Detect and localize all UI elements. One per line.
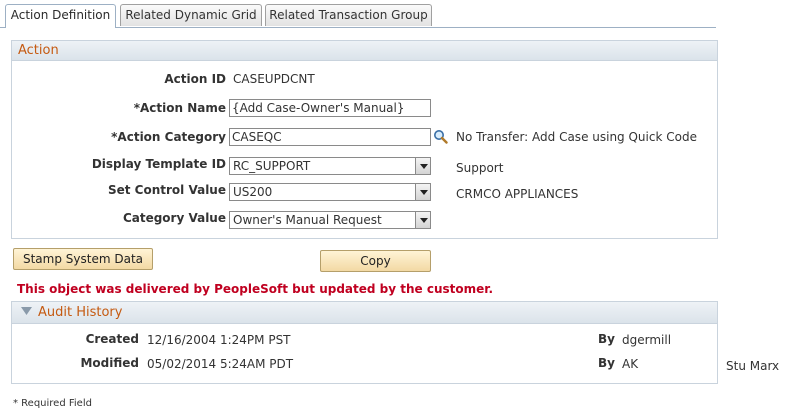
display-template-label: Display Template ID [91, 157, 226, 171]
display-template-select[interactable]: RC_SUPPORT [229, 157, 431, 175]
action-category-description: No Transfer: Add Case using Quick Code [456, 130, 697, 144]
set-control-label: Set Control Value [107, 183, 226, 197]
created-by-label: By [598, 332, 615, 346]
created-by-value: dgermill [622, 333, 672, 347]
action-name-label: *Action Name [133, 101, 226, 115]
audit-history-header[interactable]: Audit History [12, 302, 717, 324]
customization-warning: This object was delivered by PeopleSoft … [17, 282, 494, 296]
chevron-down-icon[interactable] [415, 158, 430, 174]
category-value-value: Owner's Manual Request [233, 213, 382, 227]
modified-label: Modified [80, 356, 139, 370]
chevron-down-icon[interactable] [415, 184, 430, 200]
chevron-down-icon[interactable] [415, 212, 430, 228]
category-value-label: Category Value [122, 211, 226, 225]
display-template-value: RC_SUPPORT [233, 159, 311, 173]
created-label: Created [85, 332, 139, 346]
set-control-value: US200 [233, 185, 273, 199]
modified-by-value: AK [622, 357, 639, 371]
display-template-description: Support [456, 161, 504, 175]
audit-history-title: Audit History [38, 305, 123, 320]
stamp-system-data-button[interactable]: Stamp System Data [13, 248, 153, 270]
required-field-note: * Required Field [13, 398, 92, 409]
created-value: 12/16/2004 1:24PM PST [147, 333, 291, 347]
set-control-description: CRMCO APPLIANCES [456, 187, 579, 201]
action-id-value: CASEUPDCNT [233, 72, 315, 86]
copy-button[interactable]: Copy [320, 250, 431, 272]
modified-value: 05/02/2014 5:24AM PDT [147, 357, 294, 371]
set-control-select[interactable]: US200 [229, 183, 431, 201]
modified-by-name: Stu Marx [726, 359, 780, 373]
collapse-triangle-icon[interactable] [21, 307, 32, 316]
tab-related-dynamic-grid[interactable]: Related Dynamic Grid [120, 4, 262, 26]
category-value-select[interactable]: Owner's Manual Request [229, 211, 431, 229]
tab-related-transaction-group[interactable]: Related Transaction Group [265, 4, 432, 26]
tab-action-definition[interactable]: Action Definition [5, 4, 116, 28]
action-name-input[interactable]: {Add Case-Owner's Manual} [229, 99, 431, 117]
action-id-label: Action ID [164, 72, 226, 86]
action-category-input[interactable]: CASEQC [229, 128, 431, 146]
magnifier-icon[interactable] [433, 129, 448, 144]
action-section-title: Action [18, 43, 59, 58]
modified-by-label: By [598, 356, 615, 370]
action-category-label: *Action Category [111, 130, 226, 144]
action-group-header: Action [12, 41, 717, 61]
